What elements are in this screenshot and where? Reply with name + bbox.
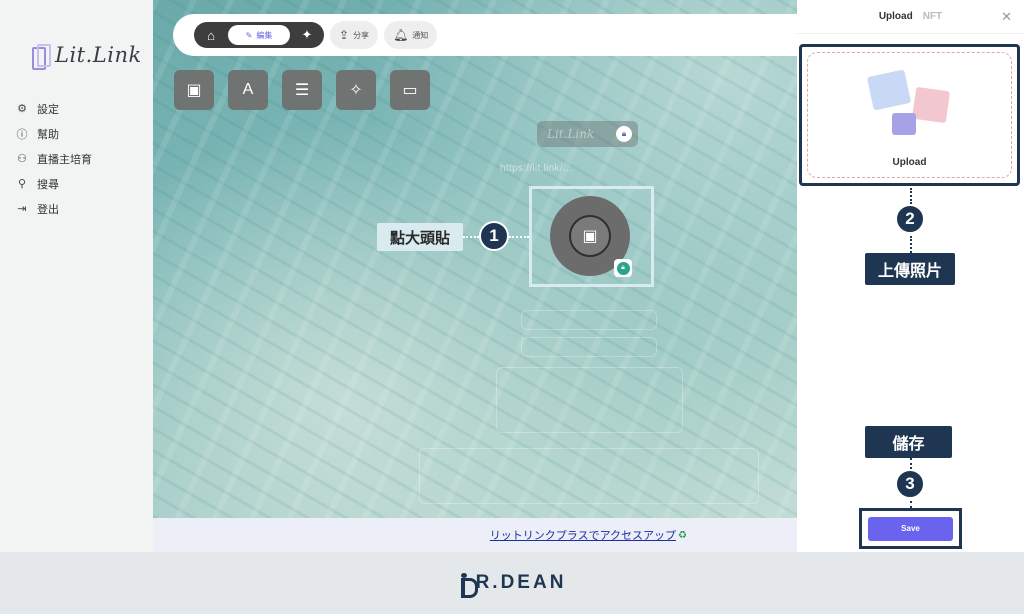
upload-dropzone[interactable]: Upload: [807, 52, 1012, 178]
upload-highlight: Upload: [799, 44, 1020, 186]
notify-button[interactable]: 🔔︎ 通知: [384, 21, 438, 49]
bell-icon: 🔔︎: [393, 28, 409, 42]
block-tools: ▣ A ☰ ✧ ▭: [174, 70, 430, 110]
faded-block: [419, 448, 759, 504]
photo-illustration: [866, 69, 912, 111]
dotted-connector: [463, 236, 479, 238]
step-badge-3: 3: [895, 469, 925, 499]
faded-field: [521, 310, 657, 330]
photo-illustration: [911, 86, 951, 124]
share-button[interactable]: ⇪ 分享: [330, 21, 379, 49]
dotted-connector: [910, 236, 912, 253]
faded-sns-box: [496, 367, 683, 433]
sidebar-item-label: 設定: [37, 103, 59, 116]
profile-name: Lit.Link: [547, 127, 595, 141]
sidebar-item-label: 登出: [37, 203, 59, 216]
search-icon: ⚲: [17, 178, 27, 190]
avatar-highlight: ▣ 🔒︎: [529, 186, 654, 287]
tab-upload[interactable]: Upload: [879, 11, 913, 22]
avatar-lock[interactable]: 🔒︎: [614, 259, 632, 277]
help-circle-icon: ⓘ: [16, 128, 28, 141]
home-icon[interactable]: ⌂: [200, 24, 222, 46]
step-badge-1: 1: [479, 221, 509, 251]
upload-panel: Upload NFT ✕ Upload 2 上傳照片 儲存 3 Save: [797, 0, 1024, 552]
sidebar-item-label: 直播主培育: [37, 153, 92, 166]
upload-label: Upload: [892, 157, 927, 168]
save-highlight: Save: [859, 508, 962, 549]
sidebar-item-help[interactable]: ⓘ 幫助: [15, 121, 92, 146]
lock-icon: 🔒︎: [616, 261, 630, 275]
callout-step1: 點大頭貼: [377, 223, 463, 251]
faded-field: [521, 337, 657, 357]
panel-tabs: Upload NFT: [797, 0, 1024, 34]
profile-name-field[interactable]: Lit.Link 🔒︎: [537, 121, 638, 147]
photo-illustration: [892, 113, 916, 135]
callout-step2: 上傳照片: [865, 253, 955, 285]
text-block-icon[interactable]: A: [228, 70, 268, 110]
sidebar-item-settings[interactable]: ⚙ 設定: [15, 96, 92, 121]
dotted-connector: [910, 501, 912, 508]
app-logo[interactable]: Lit.Link: [32, 40, 142, 70]
dotted-connector: [509, 236, 529, 238]
share-label: 分享: [353, 30, 370, 40]
promo-banner: リットリンクプラスでアクセスアップ ♻: [153, 518, 797, 552]
brand-logo: R.DEAN: [458, 572, 567, 598]
sidebar: Lit.Link ⚙ 設定 ⓘ 幫助 ⚇ 直播主培育 ⚲ 搜尋 ⇥ 登出: [0, 0, 153, 552]
dotted-connector: [910, 458, 912, 469]
promo-link[interactable]: リットリンクプラスでアクセスアップ: [490, 527, 676, 543]
edit-icon: ✎: [245, 30, 253, 40]
display-icon[interactable]: ▭: [390, 70, 430, 110]
brand-mark-icon: [458, 573, 478, 598]
lock-icon: 🔒︎: [616, 126, 632, 142]
step-badge-2: 2: [895, 204, 925, 234]
recycle-icon: ♻: [678, 529, 687, 541]
callout-step3: 儲存: [865, 426, 952, 458]
sparkle-icon[interactable]: ✧: [336, 70, 376, 110]
sparkle-icon[interactable]: ✦: [296, 24, 318, 46]
mode-switcher: ⌂ ✎ 編集 ✦: [194, 22, 324, 48]
brand-text: R.DEAN: [475, 572, 567, 593]
profile-url: https://lit.link/...: [500, 163, 573, 174]
users-icon: ⚇: [17, 153, 27, 165]
save-button[interactable]: Save: [868, 516, 953, 541]
edit-label: 編集: [256, 30, 273, 40]
edit-button[interactable]: ✎ 編集: [228, 25, 290, 45]
image-add-icon: ▣: [569, 215, 611, 257]
sidebar-item-label: 搜尋: [37, 178, 59, 191]
list-icon[interactable]: ☰: [282, 70, 322, 110]
tab-nft[interactable]: NFT: [923, 11, 942, 22]
footer: R.DEAN: [0, 552, 1024, 614]
notify-label: 通知: [412, 30, 429, 40]
sidebar-item-logout[interactable]: ⇥ 登出: [15, 196, 92, 221]
profile-canvas: ⌂ ✎ 編集 ✦ ⇪ 分享 🔔︎ 通知 ▣ A ☰ ✧ ▭ Lit.Link 🔒…: [153, 0, 797, 518]
logo-text: Lit.Link: [55, 43, 142, 67]
editor-topbar: ⌂ ✎ 編集 ✦ ⇪ 分享 🔔︎ 通知: [173, 14, 797, 56]
dotted-connector: [910, 188, 912, 204]
close-icon[interactable]: ✕: [1001, 9, 1012, 25]
logout-icon: ⇥: [17, 203, 27, 215]
sidebar-item-label: 幫助: [37, 128, 59, 141]
share-icon: ⇪: [339, 28, 350, 42]
sidebar-menu: ⚙ 設定 ⓘ 幫助 ⚇ 直播主培育 ⚲ 搜尋 ⇥ 登出: [15, 96, 93, 221]
gear-icon: ⚙: [17, 103, 27, 115]
image-add-icon[interactable]: ▣: [174, 70, 214, 110]
sidebar-item-search[interactable]: ⚲ 搜尋: [15, 171, 92, 196]
logo-mark-icon: [32, 44, 51, 70]
sidebar-item-creator[interactable]: ⚇ 直播主培育: [15, 146, 92, 171]
